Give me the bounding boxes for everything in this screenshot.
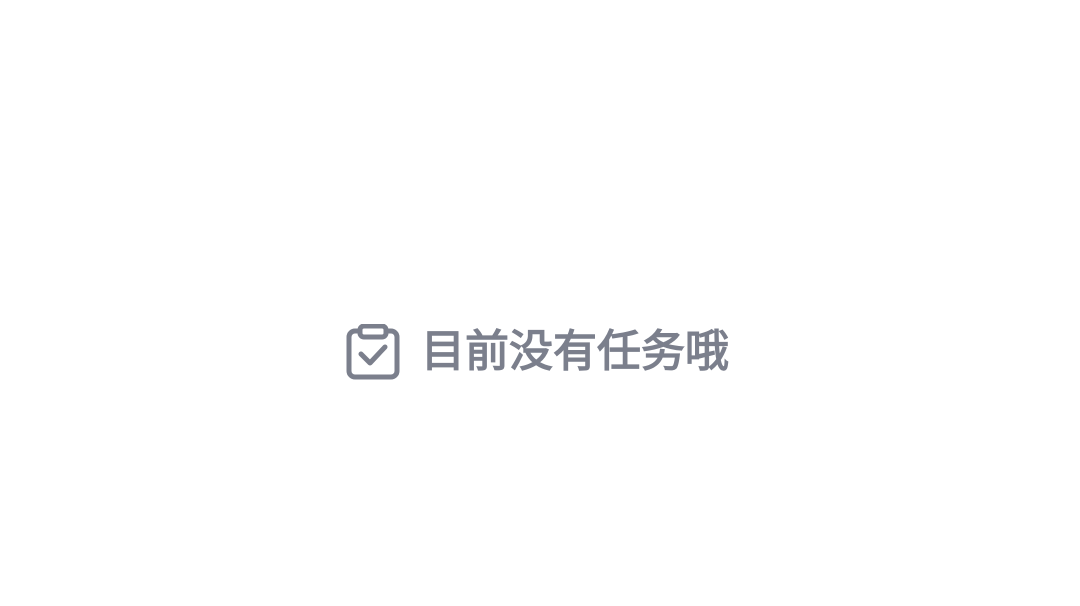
empty-state-message: 目前没有任务哦 [421, 326, 729, 377]
empty-state: 目前没有任务哦 [0, 322, 1080, 382]
task-list-screen: 目前没有任务哦 [0, 0, 1080, 606]
clipboard-check-icon [345, 324, 401, 380]
